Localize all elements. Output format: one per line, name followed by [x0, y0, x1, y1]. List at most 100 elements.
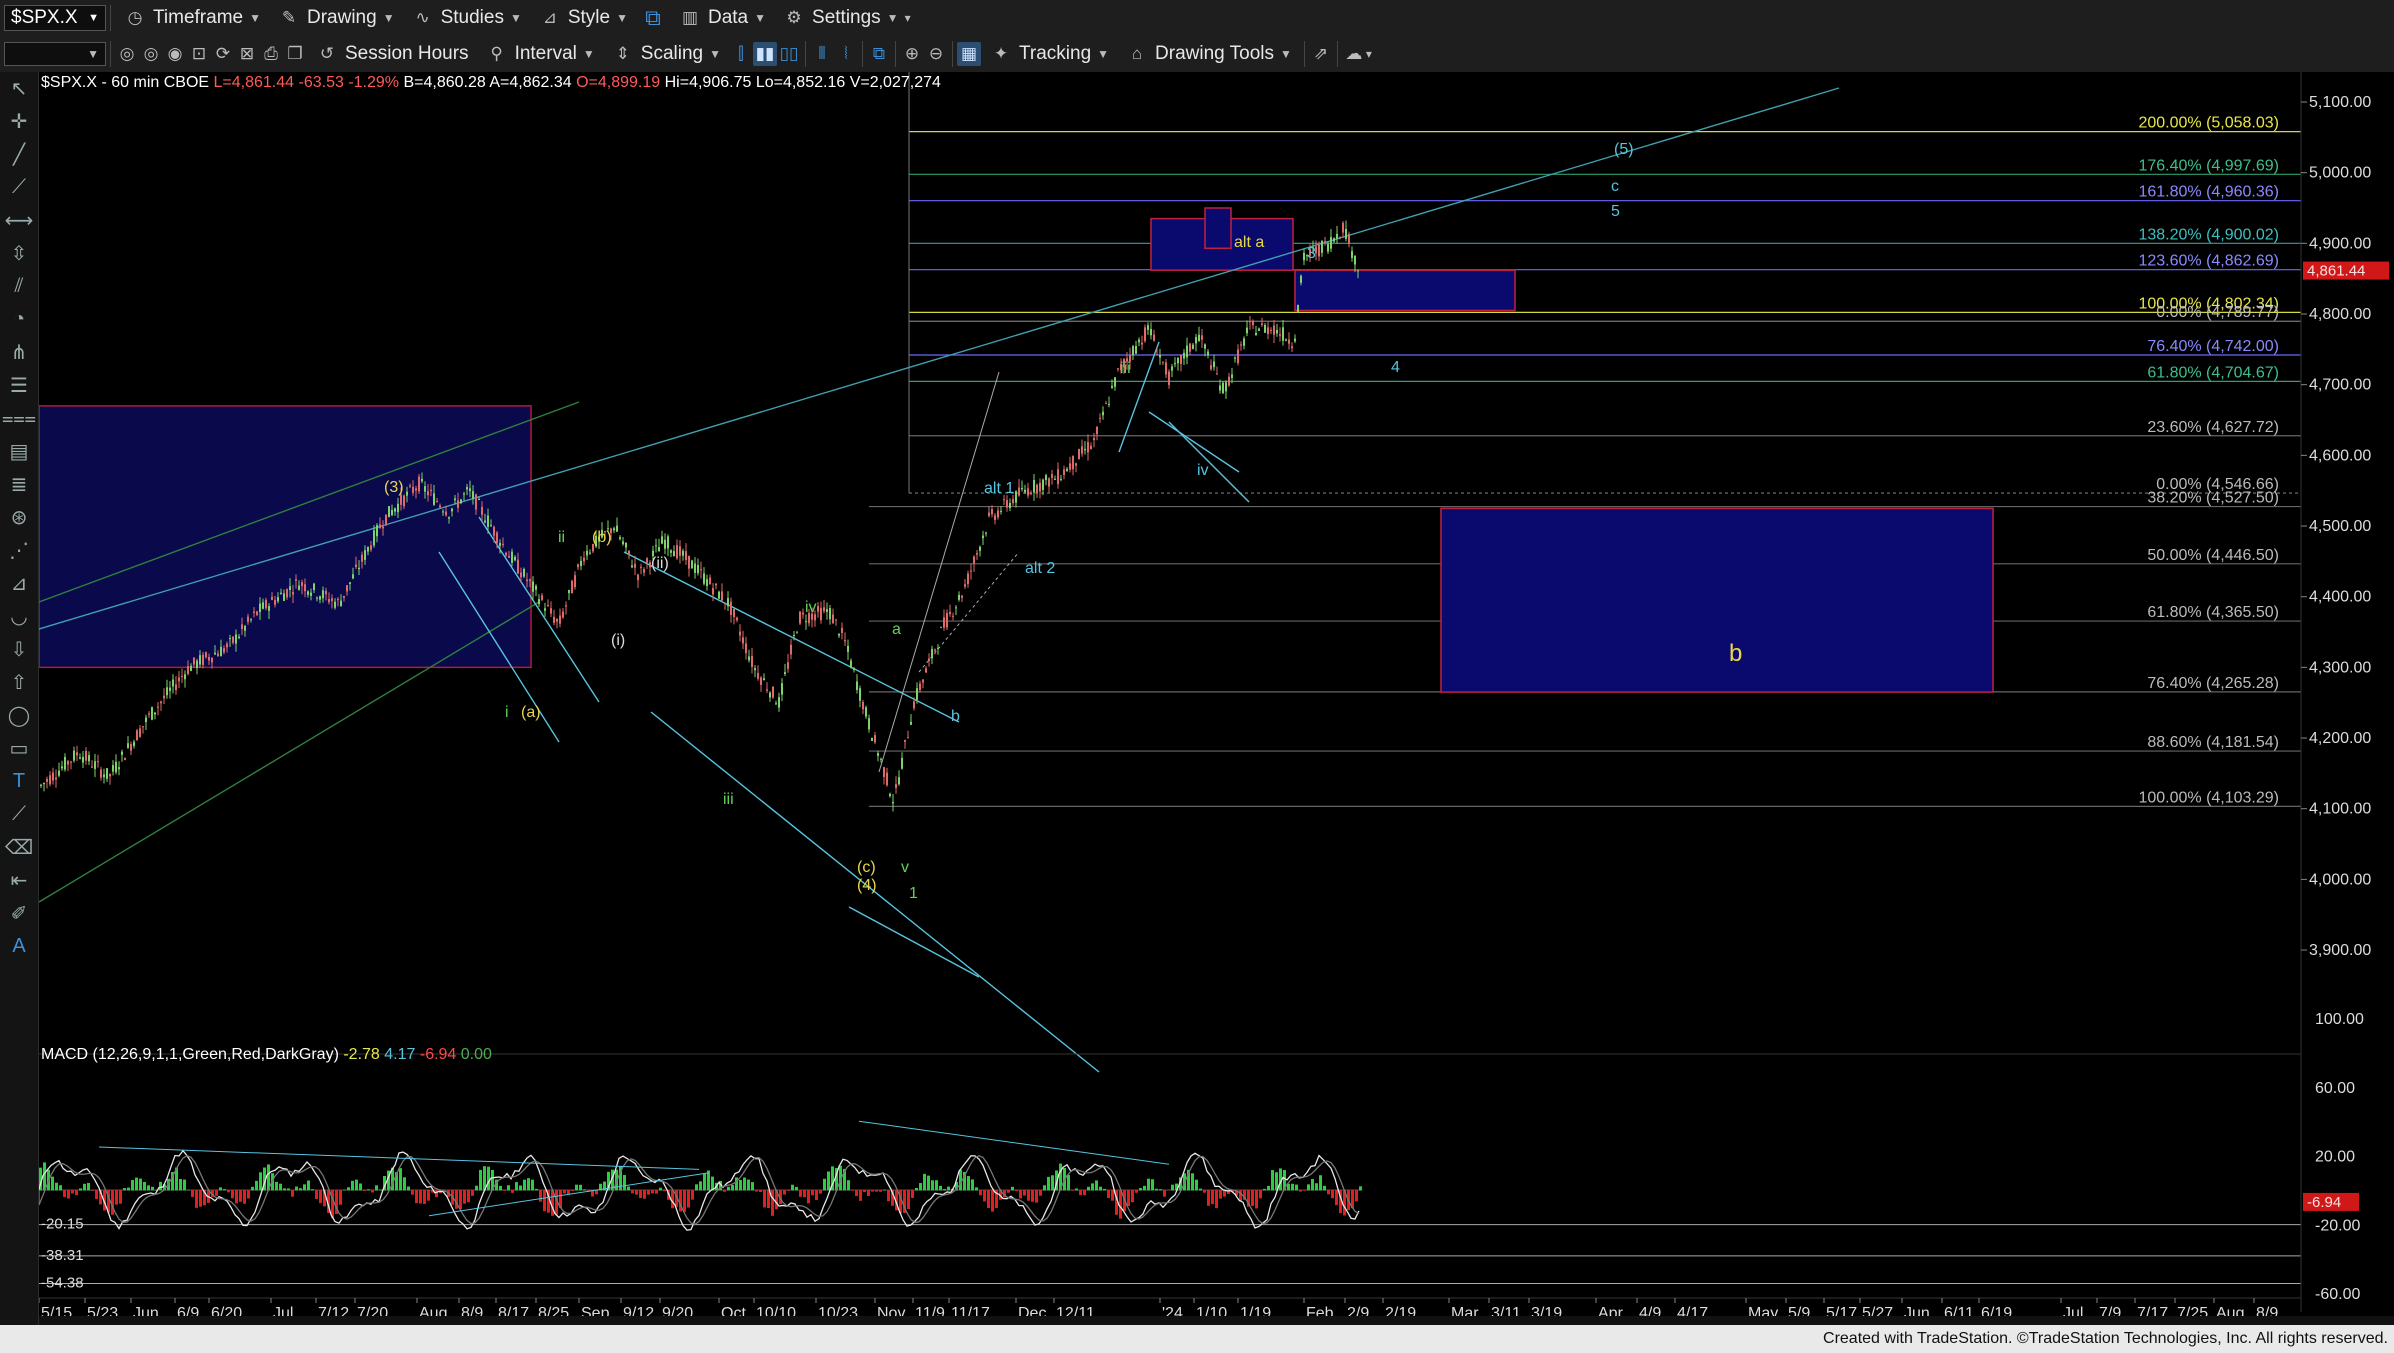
candle-body	[517, 559, 519, 574]
lock-icon[interactable]: ⊠	[235, 42, 259, 66]
ray-icon[interactable]: ⟋	[0, 171, 38, 204]
candle-body	[1225, 382, 1227, 392]
candle-body	[391, 509, 393, 516]
ruler-icon[interactable]: ⟋	[0, 798, 38, 831]
fib-retracement-icon[interactable]: ☰	[0, 369, 38, 402]
settings-menu[interactable]: ⚙ Settings ▼ ▾	[774, 3, 919, 33]
ellipse-icon[interactable]: ◯	[0, 699, 38, 732]
macd-histogram-bar	[75, 1190, 78, 1196]
candle-body	[262, 602, 264, 609]
candle-body	[337, 598, 339, 601]
fib-arc-icon[interactable]: ◔	[0, 303, 38, 336]
timeframe-label: Timeframe	[153, 7, 244, 28]
macd-histogram-bar	[531, 1179, 534, 1191]
save-icon[interactable]: ⎙	[259, 42, 283, 66]
snap-icon[interactable]: ⇤	[0, 864, 38, 897]
arrow-down-icon[interactable]: ⇩	[0, 633, 38, 666]
window-link-icon[interactable]: ⧉	[636, 5, 670, 30]
refresh-icon[interactable]: ⟳	[211, 42, 235, 66]
candle-body	[520, 572, 522, 578]
symbol-input[interactable]: $SPX.X ▼	[4, 5, 106, 31]
candle-body	[841, 627, 843, 633]
ohlc-icon[interactable]: ⦀	[810, 42, 834, 66]
price-tick-label: 4,500.00	[2309, 518, 2371, 535]
circle-tool-icon[interactable]: ◎	[115, 42, 139, 66]
tracking-menu[interactable]: ✦ Tracking ▼	[981, 39, 1117, 69]
horizontal-scrollbar[interactable]	[39, 1316, 2394, 1325]
export-icon[interactable]: ⇗	[1309, 42, 1333, 66]
text-format-icon[interactable]: A	[0, 930, 38, 963]
candle-body	[298, 585, 300, 591]
candle-body	[1057, 469, 1059, 485]
bar-style-icon[interactable]: ⫿	[729, 42, 753, 66]
chart-icon[interactable]: ⊡	[187, 42, 211, 66]
candle-body	[937, 647, 939, 649]
window-split-icon[interactable]: ⧉	[867, 42, 891, 66]
fib-label: 200.00% (5,058.03)	[2138, 115, 2279, 132]
macd-histogram-bar	[967, 1176, 970, 1191]
macd-histogram-bar	[319, 1190, 322, 1204]
drawing-tools-menu[interactable]: ⌂ Drawing Tools ▼	[1117, 39, 1300, 69]
workspace-selector[interactable]: ▼	[4, 42, 106, 66]
regression-icon[interactable]: ⊿	[0, 567, 38, 600]
macd-histogram-bar	[1047, 1176, 1050, 1191]
candle-body	[679, 546, 681, 556]
gear-icon: ⚙	[786, 8, 802, 27]
pointer-icon[interactable]: ↖	[0, 72, 38, 105]
chart-area[interactable]: 238.20% (5,155.70)200.00% (5,058.03)176.…	[28, 46, 2394, 1325]
price-chart-canvas[interactable]: 238.20% (5,155.70)200.00% (5,058.03)176.…	[28, 46, 2394, 1325]
macd-level-label: -38.31	[41, 1247, 84, 1264]
price-tick-label: 5,100.00	[2309, 94, 2371, 111]
cycle-icon[interactable]: ⊛	[0, 501, 38, 534]
macd-histogram-bar	[191, 1190, 194, 1197]
arc-icon[interactable]: ◡	[0, 600, 38, 633]
scaling-menu[interactable]: ⇕ Scaling ▼	[603, 39, 729, 69]
candle-body	[1255, 332, 1257, 336]
macd-histogram-bar	[795, 1186, 798, 1191]
data-menu[interactable]: ▥ Data ▼	[670, 3, 774, 33]
grid-icon[interactable]: ▦	[956, 42, 981, 66]
studies-menu[interactable]: ∿ Studies ▼	[403, 3, 530, 33]
gann-icon[interactable]: ≣	[0, 468, 38, 501]
fib-extension-icon[interactable]: ⩶	[0, 402, 38, 435]
style-brush-icon[interactable]: ✐	[0, 897, 38, 930]
price-axis[interactable]: 5,100.00 5,000.00 4,900.00 4,800.00 4,700.00…	[2300, 72, 2389, 1312]
arrow-up-icon[interactable]: ⇧	[0, 666, 38, 699]
candle-style-icon[interactable]: ▮▮	[752, 42, 777, 66]
candle-body	[157, 706, 159, 708]
zoom-in-icon[interactable]: ⊕	[900, 42, 924, 66]
fib-label: 0.00% (4,789.77)	[2156, 304, 2279, 321]
channel-icon[interactable]: ⫽	[0, 270, 38, 303]
cloud-icon[interactable]: ☁	[1342, 42, 1366, 66]
pitchfork-icon[interactable]: ⋔	[0, 336, 38, 369]
candle-body	[1144, 327, 1146, 342]
copy-icon[interactable]: ❐	[283, 42, 307, 66]
interval-menu[interactable]: ⚲ Interval ▼	[477, 39, 603, 69]
speed-line-icon[interactable]: ⋰	[0, 534, 38, 567]
drawing-menu[interactable]: ✎ Drawing ▼	[269, 3, 403, 33]
trendline-icon[interactable]: ╱	[0, 138, 38, 171]
crosshair-icon[interactable]: ✛	[0, 105, 38, 138]
line-icon[interactable]: ⦚	[834, 42, 858, 66]
style-menu[interactable]: ⊿ Style ▼	[530, 3, 636, 33]
text-tool-icon[interactable]: T	[0, 765, 38, 798]
horizontal-line-icon[interactable]: ⟷	[0, 204, 38, 237]
overflow-caret-icon[interactable]: ▾	[1366, 47, 1372, 61]
rectangle-icon[interactable]: ▭	[0, 732, 38, 765]
fib-time-icon[interactable]: ▤	[0, 435, 38, 468]
candle-body	[139, 728, 141, 737]
candle-body	[445, 511, 447, 516]
eraser-icon[interactable]: ⌫	[0, 831, 38, 864]
zoom-out-icon[interactable]: ⊖	[924, 42, 948, 66]
macd-histogram-bar	[907, 1190, 910, 1210]
candle-body	[724, 602, 726, 605]
hollow-candle-icon[interactable]: ▯▯	[777, 42, 801, 66]
circle-tool3-icon[interactable]: ◉	[163, 42, 187, 66]
vertical-line-icon[interactable]: ⇳	[0, 237, 38, 270]
candle-body	[103, 774, 105, 778]
timeframe-menu[interactable]: ◷ Timeframe ▼	[115, 3, 269, 33]
change-value: -63.53	[298, 74, 344, 91]
circle-tool2-icon[interactable]: ◎	[139, 42, 163, 66]
candle-body	[454, 498, 456, 501]
session-hours-button[interactable]: ↺ Session Hours	[307, 39, 477, 69]
